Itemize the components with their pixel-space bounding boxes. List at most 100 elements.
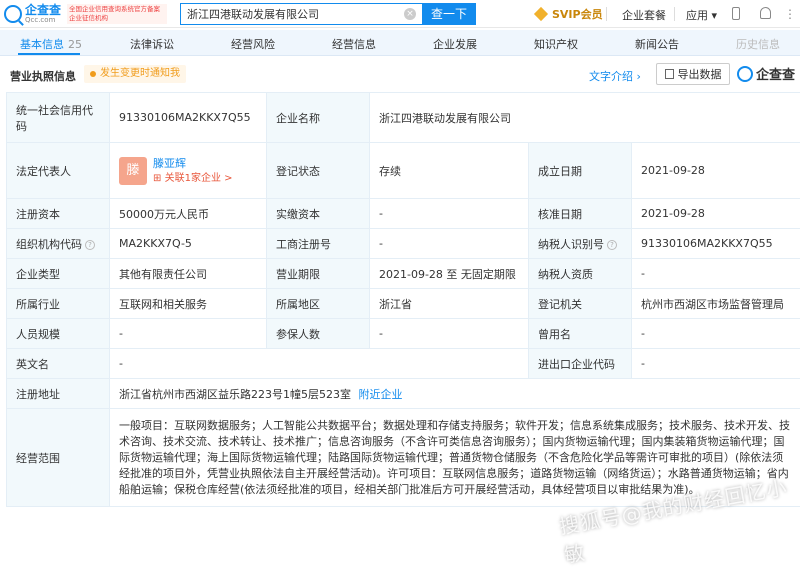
former-name-label: 曾用名 [529, 319, 632, 349]
diamond-icon [534, 7, 548, 21]
more-icon[interactable]: ⋮ [784, 7, 796, 21]
taxpayer-id-label-cell: 纳税人识别号? [529, 229, 632, 259]
chevron-down-icon: ▾ [712, 9, 718, 22]
tab-history[interactable]: 历史信息 [736, 36, 780, 52]
taxpayer-id-value: 91330106MA2KKX7Q55 [632, 229, 800, 259]
legal-rep-name-link[interactable]: 滕亚辉 [153, 156, 233, 171]
biz-term-label: 营业期限 [267, 259, 370, 289]
tab-label: 基本信息 [20, 38, 64, 51]
tab-legal[interactable]: 法律诉讼 [130, 36, 174, 52]
logo-icon [737, 66, 753, 82]
insured-value: - [370, 319, 529, 349]
export-button[interactable]: 导出数据 [656, 63, 730, 85]
chevron-right-icon: › [637, 70, 641, 83]
reg-authority-label: 登记机关 [529, 289, 632, 319]
notification-icon[interactable] [760, 7, 771, 19]
tab-operation[interactable]: 经营信息 [332, 36, 376, 52]
established-label: 成立日期 [529, 143, 632, 199]
english-name-value: - [110, 349, 529, 379]
legal-rep-cell: 滕 滕亚辉 ⊞ 关联1家企业 > [110, 143, 267, 199]
nav-package[interactable]: 企业套餐 [622, 7, 666, 23]
ie-code-value: - [632, 349, 800, 379]
address-cell: 浙江省杭州市西湖区益乐路223号1幢5层523室 附近企业 [110, 379, 800, 409]
taxpayer-id-label: 纳税人识别号 [538, 238, 604, 251]
notify-label: 发生变更时通知我 [100, 65, 180, 83]
help-icon[interactable]: ? [85, 240, 95, 250]
scope-label: 经营范围 [7, 409, 110, 507]
active-tab-indicator [18, 53, 80, 55]
mobile-icon[interactable] [732, 7, 740, 20]
tab-count: 25 [68, 38, 82, 51]
business-license-table: 统一社会信用代码 91330106MA2KKX7Q55 企业名称 浙江四港联动发… [6, 92, 800, 507]
reg-capital-label: 注册资本 [7, 199, 110, 229]
credit-code-label: 统一社会信用代码 [7, 93, 110, 143]
region-label: 所属地区 [267, 289, 370, 319]
former-name-value: - [632, 319, 800, 349]
table-row: 注册地址 浙江省杭州市西湖区益乐路223号1幢5层523室 附近企业 [7, 379, 800, 409]
brand-text: 企查查 [756, 64, 795, 83]
company-name-value: 浙江四港联动发展有限公司 [370, 93, 800, 143]
org-code-label: 组织机构代码 [16, 238, 82, 251]
reg-status-value: 存续 [370, 143, 529, 199]
taxpayer-qual-label: 纳税人资质 [529, 259, 632, 289]
reg-capital-value: 50000万元人民币 [110, 199, 267, 229]
search-button[interactable]: 查一下 [422, 3, 476, 25]
tab-ip[interactable]: 知识产权 [534, 36, 578, 52]
approval-date-value: 2021-09-28 [632, 199, 800, 229]
staff-size-value: - [110, 319, 267, 349]
paid-capital-label: 实缴资本 [267, 199, 370, 229]
table-row: 注册资本 50000万元人民币 实缴资本 - 核准日期 2021-09-28 [7, 199, 800, 229]
related-companies-link[interactable]: ⊞ 关联1家企业 > [153, 171, 233, 186]
approval-date-label: 核准日期 [529, 199, 632, 229]
org-code-value: MA2KKX7Q-5 [110, 229, 267, 259]
section-title: 营业执照信息 [10, 68, 76, 84]
taxpayer-qual-value: - [632, 259, 800, 289]
export-label: 导出数据 [678, 66, 722, 82]
legal-rep-label: 法定代表人 [7, 143, 110, 199]
credit-code-value: 91330106MA2KKX7Q55 [110, 93, 267, 143]
english-name-label: 英文名 [7, 349, 110, 379]
biz-reg-no-value: - [370, 229, 529, 259]
help-icon[interactable]: ? [607, 240, 617, 250]
avatar: 滕 [119, 157, 147, 185]
nav-apps[interactable]: 应用 ▾ [686, 7, 717, 23]
site-logo[interactable]: 企查查 Qcc.com [4, 4, 61, 24]
table-row: 英文名 - 进出口企业代码 - [7, 349, 800, 379]
search-value: 浙江四港联动发展有限公司 [187, 6, 319, 22]
clear-icon[interactable]: × [404, 8, 416, 20]
tab-risk[interactable]: 经营风险 [231, 36, 275, 52]
svip-link[interactable]: SVIP会员 [536, 6, 603, 22]
table-row: 人员规模 - 参保人数 - 曾用名 - [7, 319, 800, 349]
tab-bar: 基本信息 25 法律诉讼 经营风险 经营信息 企业发展 知识产权 新闻公告 历史信… [0, 30, 800, 56]
tab-development[interactable]: 企业发展 [433, 36, 477, 52]
reg-authority-value: 杭州市西湖区市场监督管理局 [632, 289, 800, 319]
table-row: 企业类型 其他有限责任公司 营业期限 2021-09-28 至 无固定期限 纳税… [7, 259, 800, 289]
address-label: 注册地址 [7, 379, 110, 409]
relation-icon: ⊞ [153, 173, 161, 184]
industry-value: 互联网和相关服务 [110, 289, 267, 319]
paid-capital-value: - [370, 199, 529, 229]
region-value: 浙江省 [370, 289, 529, 319]
search-input[interactable]: 浙江四港联动发展有限公司 × [180, 3, 422, 25]
divider [606, 7, 607, 21]
brand-mark: 企查查 [737, 64, 795, 83]
staff-size-label: 人员规模 [7, 319, 110, 349]
divider [674, 7, 675, 21]
related-label: 关联1家企业 > [165, 173, 233, 184]
nearby-companies-link[interactable]: 附近企业 [359, 388, 403, 401]
tab-news[interactable]: 新闻公告 [635, 36, 679, 52]
certification-badge: 全国企业信用查询系统官方备案企业征信机构 [67, 4, 167, 24]
text-intro-link[interactable]: 文字介绍 › [589, 68, 641, 84]
tab-basic-info[interactable]: 基本信息 25 [20, 36, 82, 52]
biz-term-value: 2021-09-28 至 无固定期限 [370, 259, 529, 289]
change-notify-button[interactable]: 发生变更时通知我 [84, 65, 186, 83]
logo-domain: Qcc.com [25, 17, 61, 24]
established-value: 2021-09-28 [632, 143, 800, 199]
company-name-label: 企业名称 [267, 93, 370, 143]
nav-apps-label: 应用 [686, 9, 708, 22]
table-row: 所属行业 互联网和相关服务 所属地区 浙江省 登记机关 杭州市西湖区市场监督管理… [7, 289, 800, 319]
table-row: 法定代表人 滕 滕亚辉 ⊞ 关联1家企业 > 登记状态 存续 成立日期 2021… [7, 143, 800, 199]
org-code-label-cell: 组织机构代码? [7, 229, 110, 259]
table-row: 组织机构代码? MA2KKX7Q-5 工商注册号 - 纳税人识别号? 91330… [7, 229, 800, 259]
reg-status-label: 登记状态 [267, 143, 370, 199]
